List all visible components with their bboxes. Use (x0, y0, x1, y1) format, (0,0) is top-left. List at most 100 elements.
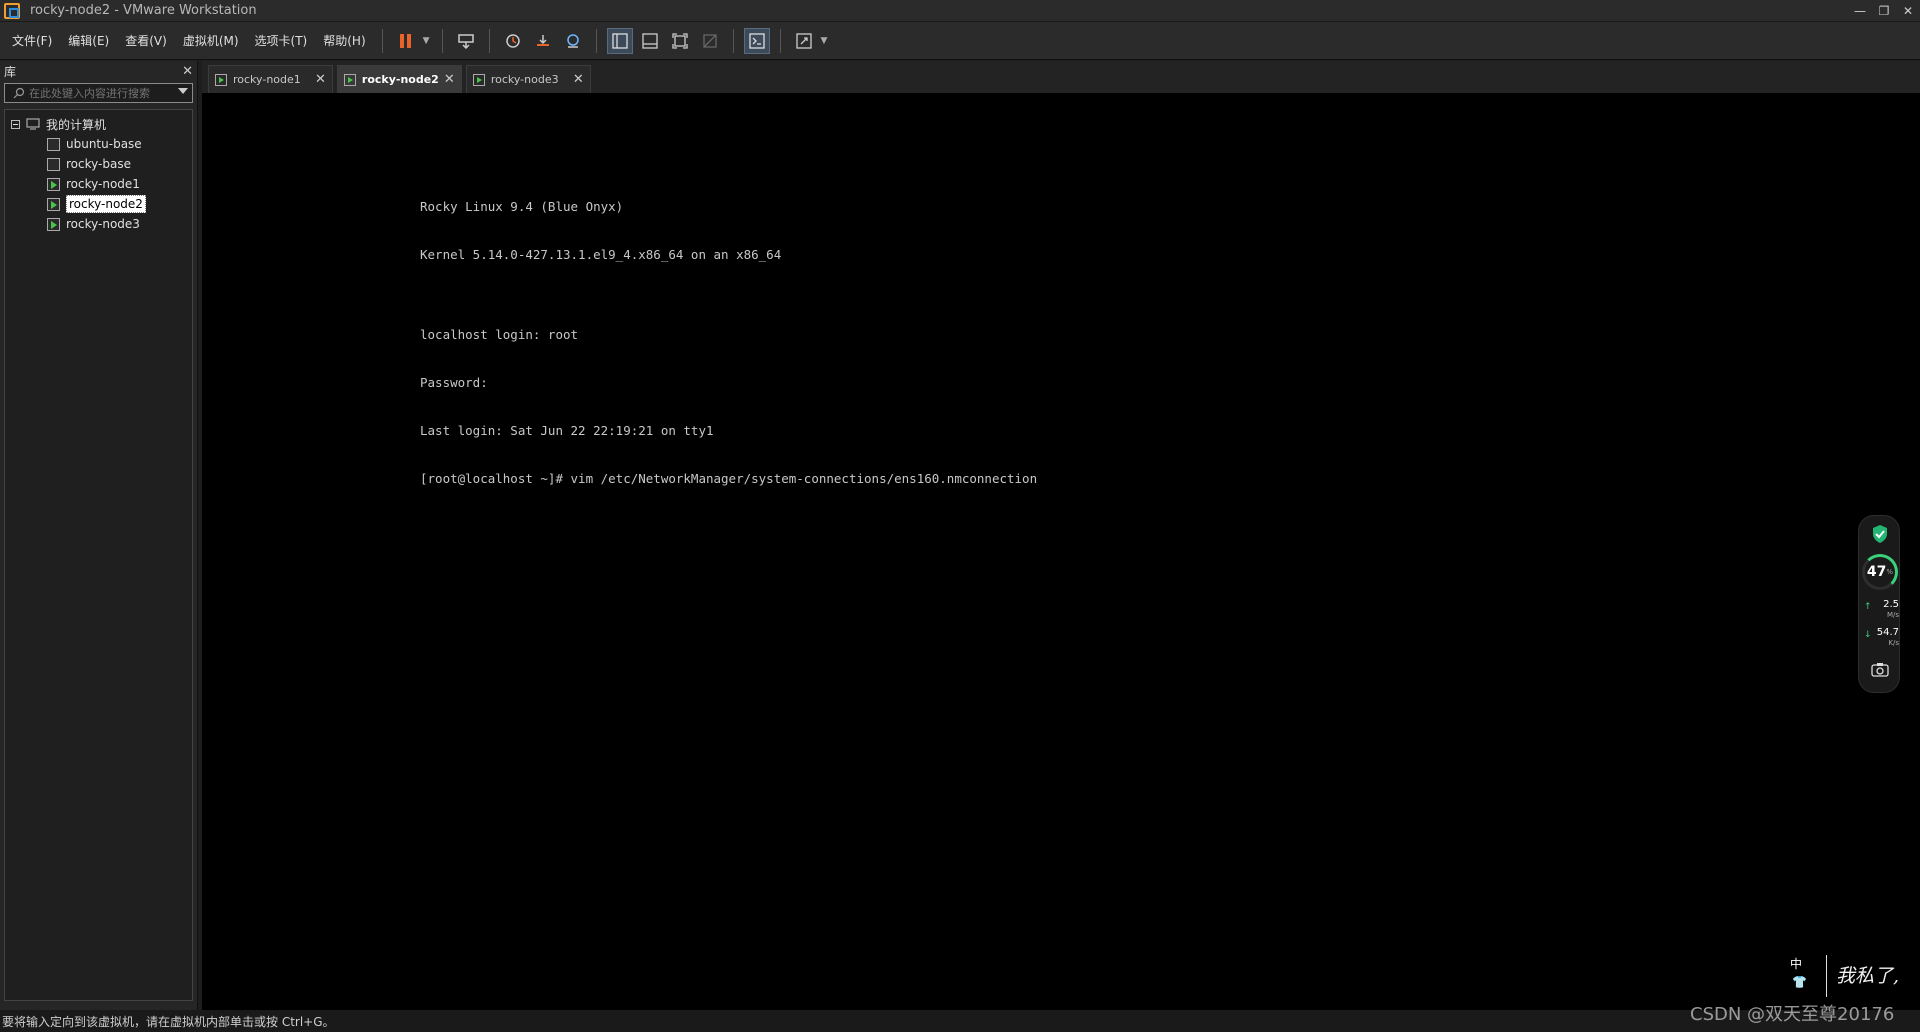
handwriting-text: 我私了, (1836, 965, 1900, 987)
ime-skin-icon[interactable]: 👕 (1792, 975, 1807, 989)
toolbar-separator (441, 28, 443, 53)
upload-arrow-icon: ↑ (1864, 602, 1872, 612)
download-speed: ↓ 54.7 K/s (1863, 628, 1899, 648)
toolbar-separator (779, 28, 781, 53)
upload-value: 2.5 (1883, 599, 1899, 610)
download-arrow-icon: ↓ (1864, 630, 1872, 640)
tree-item-label: rocky-node3 (66, 217, 140, 231)
thumbnail-bar-button[interactable] (637, 28, 663, 54)
tree-item-label: rocky-node1 (66, 177, 140, 191)
pause-icon (399, 33, 411, 48)
pause-button[interactable] (393, 28, 419, 54)
ime-mode[interactable]: 中 (1790, 955, 1802, 972)
terminal-line: Password: (420, 375, 488, 390)
tab-rocky-node1[interactable]: rocky-node1 ✕ (208, 65, 333, 93)
toolbar-separator (732, 28, 734, 53)
tree-root-label: 我的计算机 (46, 117, 107, 132)
library-search-input[interactable] (25, 86, 185, 100)
terminal-line: localhost login: root (420, 327, 579, 342)
send-ctrl-alt-del-icon (457, 33, 474, 49)
terminal-line: [root@localhost ~]# vim /etc/NetworkMana… (420, 471, 1038, 486)
menu-file[interactable]: 文件(F) (0, 22, 60, 60)
ime-divider (1826, 955, 1827, 997)
terminal-line: Kernel 5.14.0-427.13.1.el9_4.x86_64 on a… (420, 247, 782, 262)
tree-item-label: rocky-node2 (66, 195, 146, 213)
camera-icon[interactable] (1871, 662, 1889, 677)
tree-root-my-computer[interactable]: 我的计算机 (5, 114, 192, 134)
show-library-button[interactable] (606, 27, 633, 54)
tree-item-rocky-node1[interactable]: rocky-node1 (5, 174, 192, 194)
full-screen-button[interactable] (667, 28, 693, 54)
console-view-button[interactable] (743, 27, 770, 54)
title-bar: rocky-node2 - VMware Workstation — ❐ ✕ (0, 0, 1920, 22)
full-screen-icon (671, 32, 688, 49)
menu-vm[interactable]: 虚拟机(M) (175, 22, 247, 60)
vm-running-icon (343, 73, 356, 86)
menu-tabs[interactable]: 选项卡(T) (247, 22, 316, 60)
restore-button[interactable]: ❐ (1872, 0, 1896, 22)
vm-running-icon (472, 73, 485, 86)
unity-icon (702, 33, 717, 48)
terminal-output: Rocky Linux 9.4 (Blue Onyx) Kernel 5.14.… (420, 167, 1037, 519)
snapshot-icon (505, 33, 520, 48)
cpu-percent: 47 (1866, 564, 1887, 580)
stretch-dropdown-icon[interactable]: ▼ (821, 36, 828, 46)
unity-button[interactable] (697, 28, 723, 54)
toolbar-separator (488, 28, 490, 53)
vmware-logo-icon (4, 2, 20, 19)
tree-item-label: ubuntu-base (66, 137, 142, 151)
tree-item-rocky-node2[interactable]: rocky-node2 (5, 194, 192, 214)
cpu-percent-unit: % (1886, 568, 1894, 576)
menu-edit[interactable]: 编辑(E) (60, 22, 117, 60)
system-monitor-widget[interactable]: 47% ↑ 2.5 M/s ↓ 54.7 K/s (1858, 515, 1900, 693)
thumbnail-bar-icon (641, 32, 658, 49)
search-dropdown-icon[interactable] (178, 88, 188, 94)
close-window-button[interactable]: ✕ (1896, 0, 1920, 22)
status-bar: 要将输入定向到该虚拟机，请在虚拟机内部单击或按 Ctrl+G。 (0, 1010, 1920, 1032)
revert-snapshot-button[interactable] (530, 28, 556, 54)
menu-help[interactable]: 帮助(H) (315, 22, 373, 60)
tree-item-rocky-base[interactable]: rocky-base (5, 154, 192, 174)
ime-indicator[interactable]: 中 👕 我私了, (1786, 955, 1916, 999)
vm-running-icon (47, 197, 60, 211)
stretch-guest-icon (795, 32, 812, 49)
tab-label: rocky-node1 (233, 73, 301, 86)
pause-dropdown-icon[interactable]: ▼ (423, 36, 430, 46)
collapse-icon[interactable] (11, 119, 20, 129)
show-library-icon (611, 32, 628, 49)
menu-bar: 文件(F) 编辑(E) 查看(V) 虚拟机(M) 选项卡(T) 帮助(H) ▼ … (0, 22, 1920, 60)
library-panel: 库 ✕ 我的计算机 ubuntu-base rocky-base rocky-n… (0, 61, 198, 1010)
library-header: 库 ✕ (0, 61, 197, 81)
tab-rocky-node3[interactable]: rocky-node3 ✕ (465, 65, 591, 93)
vm-tab-bar: rocky-node1 ✕ rocky-node2 ✕ rocky-node3 … (202, 61, 1920, 93)
vm-running-icon (215, 73, 227, 86)
watermark: CSDN @双天至尊20176 (1690, 1004, 1895, 1025)
tab-label: rocky-node2 (361, 73, 439, 86)
vm-running-icon (47, 217, 60, 231)
toolbar-separator (595, 28, 597, 53)
window-title: rocky-node2 - VMware Workstation (30, 3, 257, 18)
shield-check-icon (1873, 525, 1887, 543)
snapshot-manager-button[interactable] (560, 28, 586, 54)
revert-snapshot-icon (536, 34, 549, 46)
close-tab-icon[interactable]: ✕ (573, 72, 584, 87)
minimize-button[interactable]: — (1848, 0, 1872, 22)
close-tab-icon[interactable]: ✕ (444, 72, 455, 87)
close-tab-icon[interactable]: ✕ (315, 72, 326, 87)
tab-rocky-node2[interactable]: rocky-node2 ✕ (336, 65, 462, 93)
console-view-icon (748, 32, 765, 49)
send-ctrl-alt-del-button[interactable] (453, 28, 479, 54)
tree-item-ubuntu-base[interactable]: ubuntu-base (5, 134, 192, 154)
library-close-icon[interactable]: ✕ (182, 64, 193, 79)
tree-item-rocky-node3[interactable]: rocky-node3 (5, 214, 192, 234)
window-controls: — ❐ ✕ (1848, 0, 1920, 22)
menu-view[interactable]: 查看(V) (117, 22, 175, 60)
stretch-guest-button[interactable] (791, 28, 817, 54)
upload-speed: ↑ 2.5 M/s (1863, 600, 1899, 620)
cpu-usage-gauge: 47% (1862, 554, 1898, 590)
terminal-line: Rocky Linux 9.4 (Blue Onyx) (420, 199, 624, 214)
terminal-line: Last login: Sat Jun 22 22:19:21 on tty1 (420, 423, 714, 438)
status-text: 要将输入定向到该虚拟机，请在虚拟机内部单击或按 Ctrl+G。 (2, 1014, 335, 1029)
vm-console[interactable]: Rocky Linux 9.4 (Blue Onyx) Kernel 5.14.… (202, 93, 1920, 1010)
snapshot-button[interactable] (500, 28, 526, 54)
